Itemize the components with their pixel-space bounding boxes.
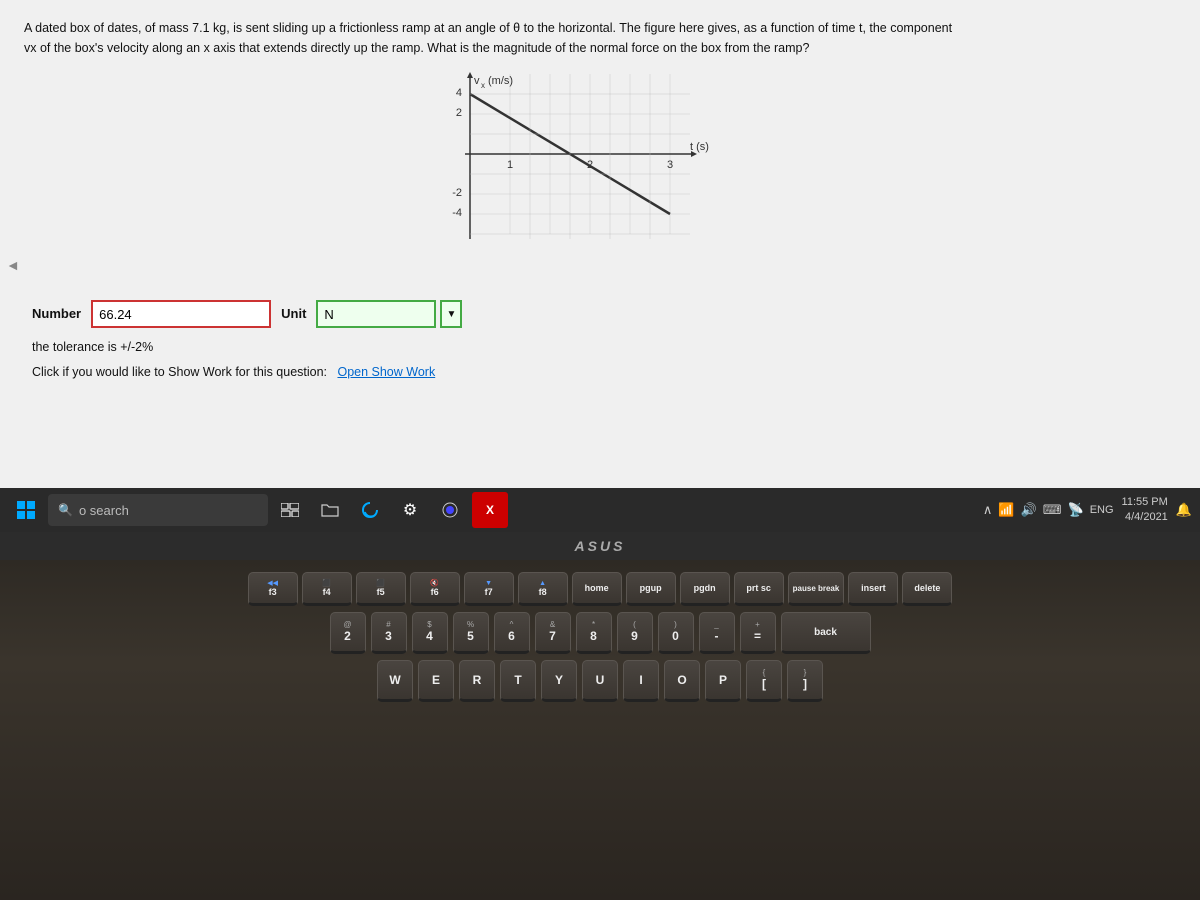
key-insert[interactable]: insert: [848, 572, 898, 606]
key-3[interactable]: # 3: [371, 612, 407, 654]
taskbar: 🔍 o search ⚙ X: [0, 488, 1200, 532]
chrome-button[interactable]: [432, 492, 468, 528]
task-view-button[interactable]: [272, 492, 308, 528]
number-label: Number: [32, 304, 81, 324]
problem-line2: vx of the box's velocity along an x axis…: [24, 41, 809, 55]
show-work-prefix: Click if you would like to Show Work for…: [32, 365, 327, 379]
key-f4[interactable]: ⬛ f4: [302, 572, 352, 606]
key-equals[interactable]: + =: [740, 612, 776, 654]
key-open-bracket[interactable]: { [: [746, 660, 782, 702]
edge-browser-button[interactable]: [352, 492, 388, 528]
search-icon: 🔍: [58, 503, 73, 517]
search-placeholder-text: o search: [79, 503, 129, 518]
settings-button[interactable]: ⚙: [392, 492, 428, 528]
velocity-graph: 2 4 -2 -4 1 2 3 t (s) v x (m/s): [450, 64, 730, 264]
key-backspace[interactable]: back: [781, 612, 871, 654]
x-app-button[interactable]: X: [472, 492, 508, 528]
key-f3[interactable]: ◀◀ f3: [248, 572, 298, 606]
show-work-row: Click if you would like to Show Work for…: [32, 363, 1176, 382]
problem-line1: A dated box of dates, of mass 7.1 kg, is…: [24, 21, 952, 35]
key-e[interactable]: E: [418, 660, 454, 702]
key-pgup[interactable]: pgup: [626, 572, 676, 606]
wifi-icon: 📡: [1068, 502, 1084, 518]
open-show-work-link[interactable]: Open Show Work: [337, 365, 435, 379]
key-u[interactable]: U: [582, 660, 618, 702]
scroll-indicator: ◄: [6, 257, 20, 273]
asus-brand-logo: ASUS: [575, 538, 626, 554]
up-arrow-icon[interactable]: ∧: [983, 502, 993, 518]
key-f8[interactable]: ▲ f8: [518, 572, 568, 606]
unit-label: Unit: [281, 304, 306, 324]
answer-row: Number Unit ▼: [32, 300, 1176, 328]
unit-input[interactable]: [316, 300, 436, 328]
windows-button[interactable]: [8, 492, 44, 528]
key-prtsc[interactable]: prt sc: [734, 572, 784, 606]
key-6[interactable]: ^ 6: [494, 612, 530, 654]
time-display: 11:55 PM: [1122, 495, 1168, 510]
key-delete[interactable]: delete: [902, 572, 952, 606]
svg-text:(m/s): (m/s): [488, 75, 513, 87]
svg-text:2: 2: [456, 107, 462, 119]
svg-text:-4: -4: [452, 207, 462, 219]
qwerty-key-row: W E R T Y U I O P: [30, 660, 1170, 702]
key-t[interactable]: T: [500, 660, 536, 702]
key-pgdn[interactable]: pgdn: [680, 572, 730, 606]
graph-container: 2 4 -2 -4 1 2 3 t (s) v x (m/s): [450, 64, 750, 284]
key-w[interactable]: W: [377, 660, 413, 702]
key-f7[interactable]: ▼ f7: [464, 572, 514, 606]
svg-text:x: x: [481, 81, 485, 90]
language-indicator: ENG: [1090, 504, 1114, 516]
fn-key-row: ◀◀ f3 ⬛ f4 ⬛ f5 🔇 f6 ▼ f7 ▲ f8: [30, 572, 1170, 606]
key-7[interactable]: & 7: [535, 612, 571, 654]
unit-dropdown-button[interactable]: ▼: [440, 300, 462, 328]
notification-icon[interactable]: 🔔: [1176, 502, 1192, 518]
key-f5[interactable]: ⬛ f5: [356, 572, 406, 606]
tolerance-text: the tolerance is +/-2%: [32, 338, 1176, 357]
unit-row: ▼: [316, 300, 462, 328]
date-display: 4/4/2021: [1122, 510, 1168, 525]
key-9[interactable]: ( 9: [617, 612, 653, 654]
keyboard-rows: ◀◀ f3 ⬛ f4 ⬛ f5 🔇 f6 ▼ f7 ▲ f8: [30, 572, 1170, 702]
taskbar-right-area: ∧ 📶 🔊 ⌨ 📡 ENG 11:55 PM 4/4/2021 🔔: [983, 495, 1192, 526]
key-2[interactable]: @ 2: [330, 612, 366, 654]
system-tray-icons: ∧ 📶 🔊 ⌨ 📡 ENG: [983, 502, 1114, 518]
number-key-row: @ 2 # 3 $ 4 % 5 ^ 6 & 7: [30, 612, 1170, 654]
file-explorer-button[interactable]: [312, 492, 348, 528]
svg-text:1: 1: [507, 159, 513, 171]
svg-text:-2: -2: [452, 187, 462, 199]
key-0[interactable]: ) 0: [658, 612, 694, 654]
key-p[interactable]: P: [705, 660, 741, 702]
key-i[interactable]: I: [623, 660, 659, 702]
key-home[interactable]: home: [572, 572, 622, 606]
key-y[interactable]: Y: [541, 660, 577, 702]
svg-text:v: v: [474, 75, 480, 87]
laptop-screen: A dated box of dates, of mass 7.1 kg, is…: [0, 0, 1200, 530]
graph-area: 2 4 -2 -4 1 2 3 t (s) v x (m/s): [24, 64, 1176, 284]
svg-text:4: 4: [456, 87, 462, 99]
key-4[interactable]: $ 4: [412, 612, 448, 654]
keyboard-icon: ⌨: [1043, 502, 1062, 518]
key-f6[interactable]: 🔇 f6: [410, 572, 460, 606]
laptop-bezel: ASUS: [0, 532, 1200, 560]
key-5[interactable]: % 5: [453, 612, 489, 654]
keyboard-area: ◀◀ f3 ⬛ f4 ⬛ f5 🔇 f6 ▼ f7 ▲ f8: [0, 560, 1200, 900]
key-o[interactable]: O: [664, 660, 700, 702]
key-pause-break[interactable]: pause break: [788, 572, 845, 606]
problem-text: A dated box of dates, of mass 7.1 kg, is…: [24, 18, 1174, 58]
number-input[interactable]: [91, 300, 271, 328]
key-r[interactable]: R: [459, 660, 495, 702]
svg-text:3: 3: [667, 159, 673, 171]
key-8[interactable]: * 8: [576, 612, 612, 654]
key-close-bracket[interactable]: } ]: [787, 660, 823, 702]
network-icon: 📶: [998, 502, 1014, 518]
speaker-icon[interactable]: 🔊: [1021, 502, 1037, 518]
taskbar-clock: 11:55 PM 4/4/2021: [1122, 495, 1168, 526]
svg-text:t (s): t (s): [690, 141, 709, 153]
taskbar-search-box[interactable]: 🔍 o search: [48, 494, 268, 526]
key-minus[interactable]: _ -: [699, 612, 735, 654]
